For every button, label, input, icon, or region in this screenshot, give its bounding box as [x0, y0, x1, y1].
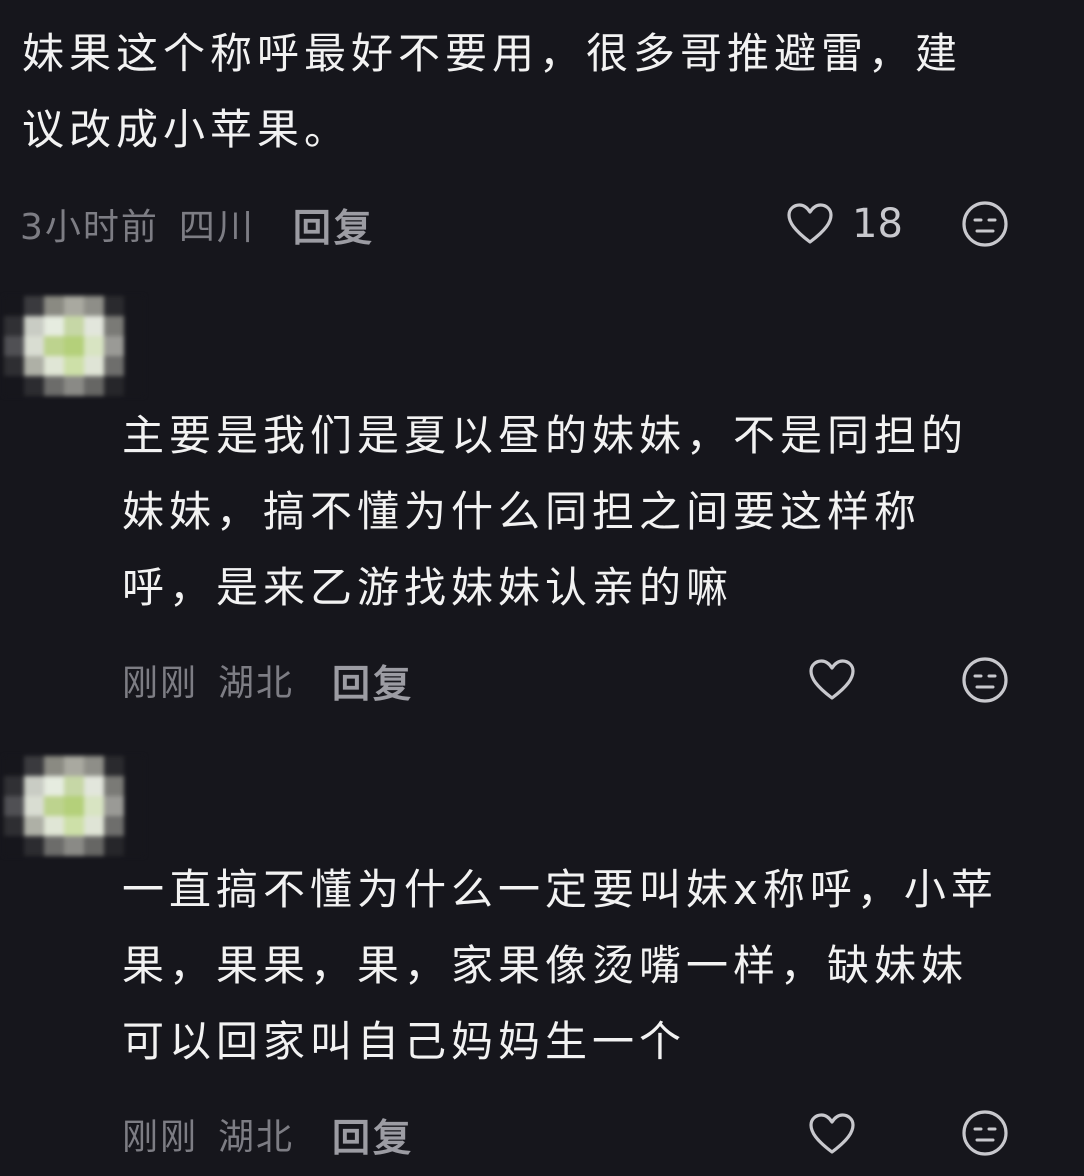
avatar[interactable]	[4, 756, 144, 856]
comment-text: 一直搞不懂为什么一定要叫妹x称呼，小苹 果，果果，果，家果像烫嘴一样，缺妹妹 可…	[122, 865, 998, 1066]
avatar[interactable]	[4, 296, 144, 396]
comment-meta: 3小时前 四川 回复	[20, 196, 375, 252]
heart-outline-icon	[809, 1113, 855, 1154]
heart-outline-icon	[787, 203, 833, 244]
neutral-face-icon[interactable]	[960, 655, 1010, 705]
comment-list: 妹果这个称呼最好不要用，很多哥推避雷，建 议改成小苹果。 3小时前 四川 回复 …	[0, 0, 1084, 1176]
comment-text: 妹果这个称呼最好不要用，很多哥推避雷，建 议改成小苹果。	[22, 29, 963, 154]
comment-meta: 刚刚 湖北 回复	[122, 652, 414, 708]
like-button[interactable]	[808, 1106, 856, 1162]
neutral-face-icon[interactable]	[960, 199, 1010, 249]
reply-button[interactable]: 回复	[332, 1107, 414, 1162]
heart-outline-icon	[809, 659, 855, 700]
comment-time: 刚刚	[122, 1117, 199, 1158]
like-button[interactable]: 18	[786, 196, 903, 252]
comment-location: 湖北	[218, 1117, 295, 1158]
reply-button[interactable]: 回复	[332, 653, 414, 708]
like-count: 18	[852, 201, 903, 247]
comment-location: 四川	[178, 207, 255, 248]
reply-button[interactable]: 回复	[293, 197, 375, 252]
comment-meta: 刚刚 湖北 回复	[122, 1106, 414, 1162]
like-button[interactable]	[808, 652, 856, 708]
comment-time: 刚刚	[122, 663, 199, 704]
comment-text: 主要是我们是夏以昼的妹妹，不是同担的 妹妹，搞不懂为什么同担之间要这样称 呼，是…	[122, 411, 969, 612]
comment-location: 湖北	[218, 663, 295, 704]
comment-time: 3小时前	[20, 207, 159, 248]
neutral-face-icon[interactable]	[960, 1108, 1010, 1158]
